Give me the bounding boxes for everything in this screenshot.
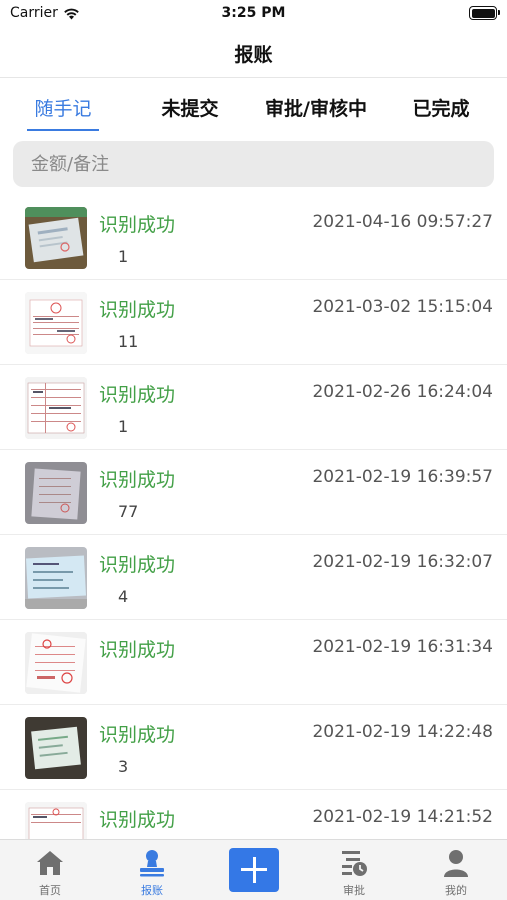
recognition-status: 识别成功 <box>99 554 176 576</box>
item-count: 77 <box>118 502 139 521</box>
tab-quick-notes[interactable]: 随手记 <box>27 94 99 130</box>
status-bar: Carrier 3:25 PM <box>0 0 507 28</box>
add-button[interactable] <box>229 848 279 892</box>
list-item[interactable]: 识别成功 3 2021-02-19 14:22:48 <box>0 705 507 790</box>
receipt-thumbnail <box>25 462 87 524</box>
timestamp: 2021-04-16 09:57:27 <box>312 212 493 232</box>
timestamp: 2021-02-19 14:22:48 <box>312 722 493 742</box>
search-box <box>13 141 494 187</box>
timestamp: 2021-02-19 16:31:34 <box>312 637 493 657</box>
recognition-status: 识别成功 <box>99 384 176 406</box>
timestamp: 2021-02-19 16:32:07 <box>312 552 493 572</box>
timestamp: 2021-02-19 16:39:57 <box>312 467 493 487</box>
item-count: 3 <box>118 757 129 776</box>
search-input[interactable] <box>13 141 494 187</box>
tabbar-approval-label: 审批 <box>343 884 365 897</box>
home-icon <box>37 851 63 875</box>
receipt-thumbnail <box>25 802 87 839</box>
receipt-thumbnail <box>25 207 87 269</box>
timestamp: 2021-02-19 14:21:52 <box>312 807 493 827</box>
list-item[interactable]: 识别成功 2021-02-19 16:31:34 <box>0 620 507 705</box>
battery-icon <box>469 6 500 20</box>
receipt-thumbnail <box>25 377 87 439</box>
tabbar-home[interactable]: 首页 <box>10 840 90 900</box>
tabbar-home-label: 首页 <box>39 884 61 897</box>
bottom-tab-bar: 首页 报账 审批 我的 <box>0 839 507 900</box>
item-count: 4 <box>118 587 129 606</box>
receipt-thumbnail <box>25 717 87 779</box>
tabbar-approval[interactable]: 审批 <box>314 840 394 900</box>
approval-clock-icon <box>342 851 367 876</box>
recognition-status: 识别成功 <box>99 724 176 746</box>
page-title: 报账 <box>234 44 273 66</box>
nav-bar: 报账 <box>0 28 507 78</box>
list-item[interactable]: 识别成功 4 2021-02-19 16:32:07 <box>0 535 507 620</box>
segment-tabs: 随手记 未提交 审批/审核中 已完成 <box>0 80 507 138</box>
tabbar-reimburse[interactable]: 报账 <box>112 840 192 900</box>
tab-in-review[interactable]: 审批/审核中 <box>258 94 374 130</box>
clock: 3:25 PM <box>221 5 286 21</box>
recognition-status: 识别成功 <box>99 639 176 661</box>
tab-completed[interactable]: 已完成 <box>403 94 479 130</box>
recognition-status: 识别成功 <box>99 299 176 321</box>
tab-unsubmitted[interactable]: 未提交 <box>150 94 230 130</box>
user-stamp-icon <box>140 850 164 877</box>
receipt-thumbnail <box>25 632 87 694</box>
tabbar-me[interactable]: 我的 <box>416 840 496 900</box>
list-item[interactable]: 识别成功 1 2021-04-16 09:57:27 <box>0 195 507 280</box>
list-item[interactable]: 识别成功 1 2021-02-26 16:24:04 <box>0 365 507 450</box>
record-list: 识别成功 1 2021-04-16 09:57:27 识别成功 11 2021-… <box>0 195 507 839</box>
active-tab-indicator <box>27 129 99 131</box>
recognition-status: 识别成功 <box>99 214 176 236</box>
timestamp: 2021-02-26 16:24:04 <box>312 382 493 402</box>
list-item[interactable]: 识别成功 11 2021-03-02 15:15:04 <box>0 280 507 365</box>
tabbar-me-label: 我的 <box>445 884 467 897</box>
item-count: 1 <box>118 417 129 436</box>
item-count: 1 <box>118 247 129 266</box>
recognition-status: 识别成功 <box>99 809 176 831</box>
receipt-thumbnail <box>25 292 87 354</box>
tabbar-reimburse-label: 报账 <box>141 884 163 897</box>
list-item[interactable]: 识别成功 77 2021-02-19 16:39:57 <box>0 450 507 535</box>
item-count: 11 <box>118 332 139 351</box>
person-icon <box>444 850 468 877</box>
recognition-status: 识别成功 <box>99 469 176 491</box>
receipt-thumbnail <box>25 547 87 609</box>
list-item[interactable]: 识别成功 2021-02-19 14:21:52 <box>0 790 507 839</box>
timestamp: 2021-03-02 15:15:04 <box>312 297 493 317</box>
